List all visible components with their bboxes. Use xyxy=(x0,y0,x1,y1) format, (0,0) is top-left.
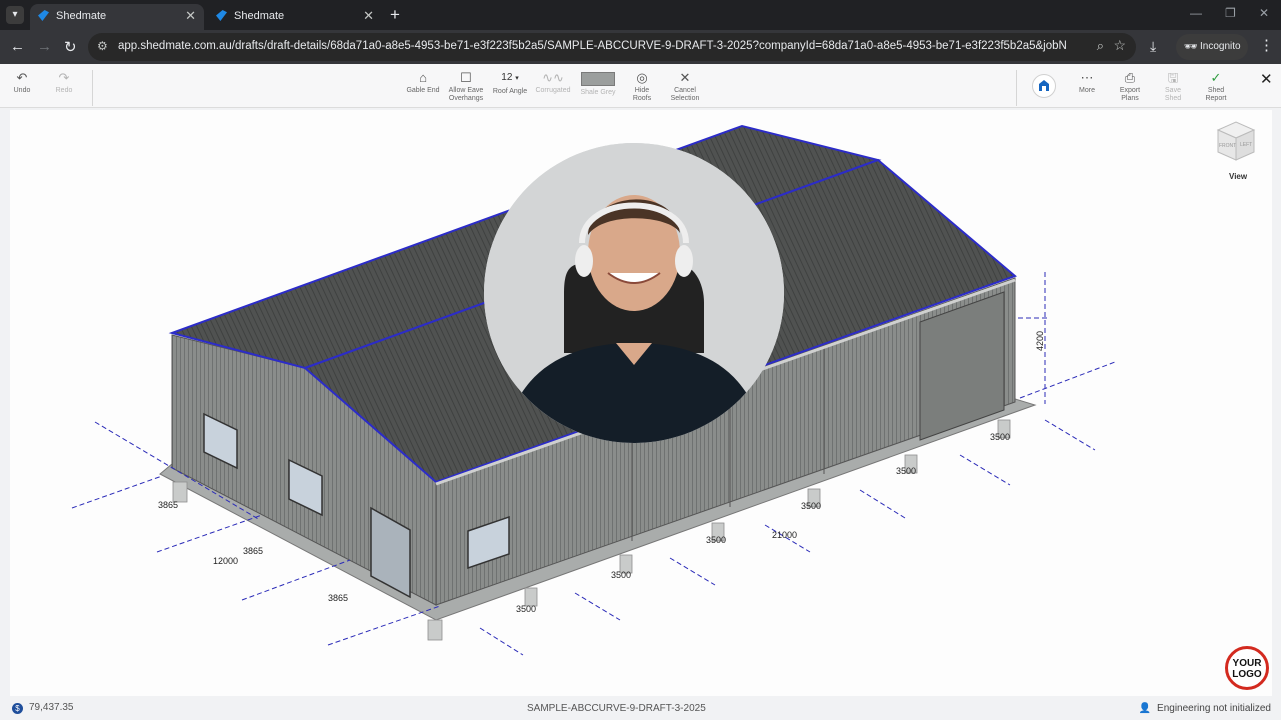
dim-end-bay: 3865 xyxy=(158,500,179,510)
address-bar[interactable]: ⚙ app.shedmate.com.au/drafts/draft-detai… xyxy=(88,33,1136,61)
shedmate-logo-icon xyxy=(1032,74,1056,98)
dim-total-width: 12000 xyxy=(213,556,239,566)
dim-height: 4200 xyxy=(1035,330,1046,352)
toolbar-divider xyxy=(92,70,93,106)
dim-end-bay: 3865 xyxy=(328,593,349,603)
incognito-label: Incognito xyxy=(1200,41,1241,52)
shale-grey-swatch xyxy=(581,72,615,86)
export-plans-button[interactable]: ⎙ Export Plans xyxy=(1113,70,1147,103)
dollar-icon: $ xyxy=(12,703,23,714)
tab-title: Shedmate xyxy=(234,10,285,22)
eye-off-icon: ◎ xyxy=(636,70,648,85)
incognito-badge[interactable]: 🕶 Incognito xyxy=(1176,34,1248,60)
house-icon: ⌂ xyxy=(419,70,427,85)
save-icon: 🖫 xyxy=(1167,70,1179,85)
close-tab-icon[interactable]: ✕ xyxy=(363,4,374,28)
download-icon[interactable]: ⤓ xyxy=(1150,38,1156,55)
view-cube-front: FRONT xyxy=(1219,143,1237,149)
chevron-down-icon: ▾ xyxy=(515,75,519,82)
dim-bay: 3500 xyxy=(801,501,822,511)
gable-end-button[interactable]: ⌂ Gable End xyxy=(404,70,442,95)
view-cube-left: LEFT xyxy=(1240,142,1253,148)
browser-tab-strip: ▾ Shedmate ✕ Shedmate ✕ + — ❐ ✕ xyxy=(0,0,1281,30)
new-tab-icon[interactable]: + xyxy=(390,5,400,25)
forward-arrow-icon[interactable]: → xyxy=(37,38,52,55)
view-cube[interactable]: FRONT LEFT xyxy=(1214,118,1258,164)
site-settings-icon[interactable]: ⚙ xyxy=(97,39,108,53)
minimize-icon[interactable]: — xyxy=(1190,6,1202,20)
shedmate-favicon-icon xyxy=(38,10,49,21)
colour-swatch-button[interactable]: Shale Grey xyxy=(578,70,618,97)
dim-total-length: 21000 xyxy=(772,530,798,540)
redo-icon: ↷ xyxy=(58,70,70,85)
back-arrow-icon[interactable]: ← xyxy=(10,38,25,55)
cancel-selection-button[interactable]: ✕ Cancel Selection xyxy=(667,70,703,103)
dim-bay: 3500 xyxy=(611,570,632,580)
engineer-icon: 👤 xyxy=(1138,703,1152,714)
allow-eave-overhangs-toggle[interactable]: ☐ Allow Eave Overhangs xyxy=(446,70,486,103)
browser-tab-1[interactable]: Shedmate ✕ xyxy=(30,4,204,30)
browser-tab-2[interactable]: Shedmate ✕ xyxy=(208,4,382,30)
app-toolbar: ↶ Undo ↷ Redo ⌂ Gable End ☐ Allow Eave O… xyxy=(0,64,1281,108)
dim-end-bay: 3865 xyxy=(243,546,264,556)
bookmark-star-icon[interactable]: ☆ xyxy=(1113,37,1126,54)
price-value: 79,437.35 xyxy=(29,702,74,713)
close-tab-icon[interactable]: ✕ xyxy=(185,4,196,28)
dim-bay: 3500 xyxy=(990,432,1011,442)
shedmate-favicon-icon xyxy=(216,10,227,21)
corrugated-profile-button[interactable]: ∿∿ Corrugated xyxy=(533,70,573,95)
dim-bay: 3500 xyxy=(516,604,537,614)
reload-icon[interactable]: ↻ xyxy=(64,38,77,56)
hide-roofs-button[interactable]: ◎ Hide Roofs xyxy=(626,70,658,103)
tab-title: Shedmate xyxy=(56,10,107,22)
restore-icon[interactable]: ❐ xyxy=(1225,6,1236,20)
toolbar-divider xyxy=(1016,70,1017,106)
browser-toolbar: ← → ↻ ⚙ app.shedmate.com.au/drafts/draft… xyxy=(0,30,1281,64)
undo-icon: ↶ xyxy=(16,70,28,85)
printer-icon: ⎙ xyxy=(1124,70,1136,85)
view-label[interactable]: View xyxy=(1229,172,1247,181)
dim-bay: 3500 xyxy=(706,535,727,545)
check-circle-icon: ✓ xyxy=(1210,70,1222,85)
job-number: SAMPLE-ABCCURVE-9-DRAFT-3-2025 xyxy=(527,703,706,714)
roof-angle-value: 12 xyxy=(501,72,513,83)
checkbox-icon: ☐ xyxy=(460,70,472,85)
incognito-icon: 🕶 xyxy=(1184,41,1198,53)
price-display: $79,437.35 xyxy=(12,702,74,714)
redo-button[interactable]: ↷ Redo xyxy=(50,70,78,95)
engineering-status: 👤 Engineering not initialized xyxy=(1138,703,1271,714)
close-icon: ✕ xyxy=(679,70,691,85)
browser-menu-icon[interactable]: ⋮ xyxy=(1259,36,1274,54)
your-logo: YOUR LOGO xyxy=(1225,646,1269,690)
status-bar: $79,437.35 SAMPLE-ABCCURVE-9-DRAFT-3-202… xyxy=(0,697,1281,720)
window-close-icon[interactable]: ✕ xyxy=(1259,6,1269,20)
corrugated-wave-icon: ∿∿ xyxy=(542,70,564,85)
close-editor-icon[interactable]: ✕ xyxy=(1260,70,1273,88)
url-text: app.shedmate.com.au/drafts/draft-details… xyxy=(118,40,1066,52)
roof-angle-select[interactable]: 12 ▾ Roof Angle xyxy=(490,70,530,96)
ellipsis-icon: ⋯ xyxy=(1080,70,1094,85)
save-shed-button[interactable]: 🖫 Save Shed xyxy=(1158,70,1188,103)
tab-search-button[interactable]: ▾ xyxy=(6,6,24,24)
zoom-icon[interactable]: ⌕ xyxy=(1097,38,1104,54)
more-button[interactable]: ⋯ More xyxy=(1072,70,1102,95)
shed-report-button[interactable]: ✓ Shed Report xyxy=(1200,70,1232,103)
dim-bay: 3500 xyxy=(896,466,917,476)
undo-button[interactable]: ↶ Undo xyxy=(8,70,36,95)
webcam-overlay xyxy=(484,143,784,443)
